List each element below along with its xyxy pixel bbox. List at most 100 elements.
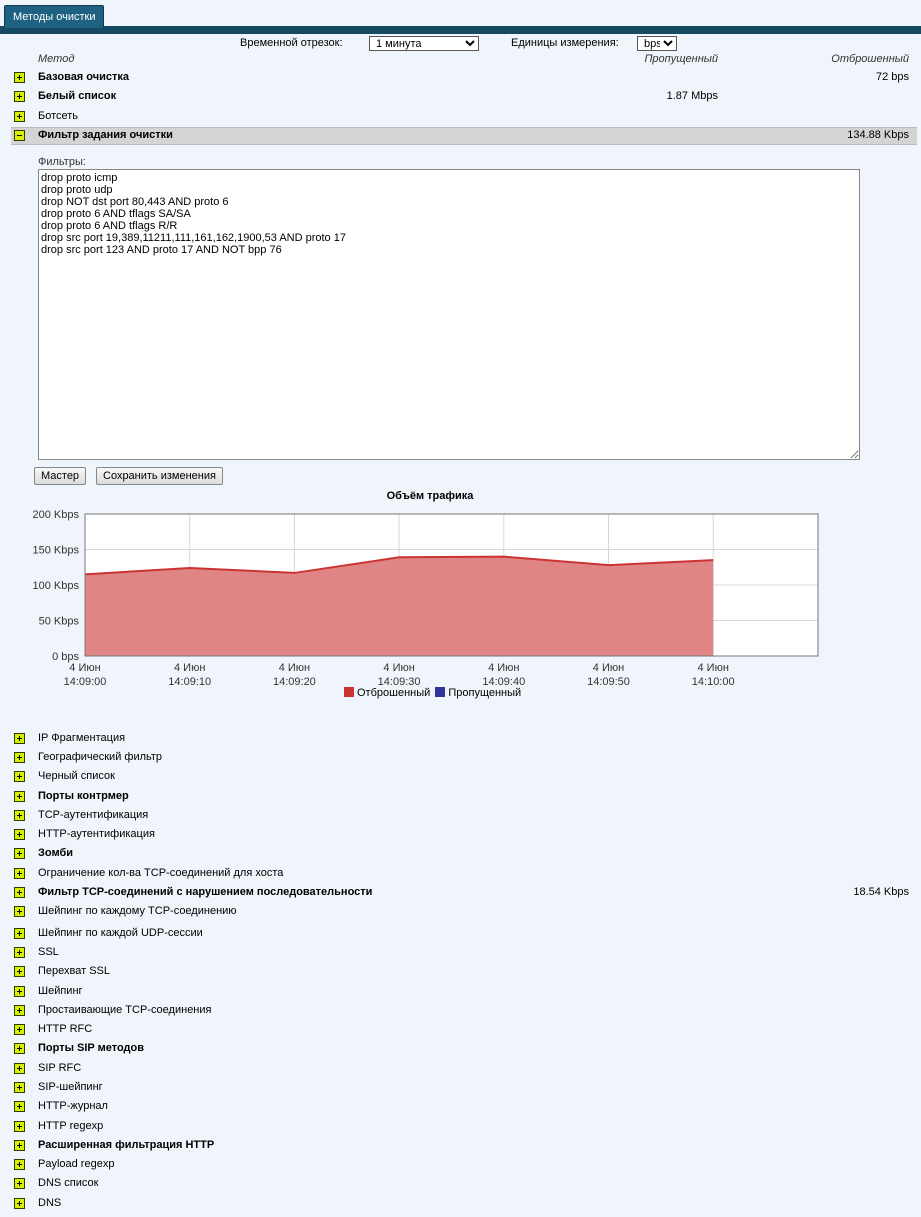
method-label: Фильтр TCP-соединений с нарушением после… [38, 886, 373, 898]
expand-icon[interactable] [14, 1082, 25, 1093]
x-tick-date: 4 Июн [488, 662, 519, 674]
expand-icon[interactable] [14, 1159, 25, 1170]
tab-bar: Методы очистки [0, 0, 921, 34]
method-label: Payload regexp [38, 1158, 115, 1170]
method-label: Порты контрмер [38, 790, 129, 802]
method-label: Ограничение кол-ва TCP-соединений для хо… [38, 867, 284, 879]
filters-label: Фильтры: [38, 156, 86, 168]
method-row-bottom-11: SSL [0, 944, 921, 963]
expand-icon[interactable] [14, 733, 25, 744]
method-row-bottom-6: Зомби [0, 845, 921, 864]
expand-icon[interactable] [14, 111, 25, 122]
method-row-bottom-2: Черный список [0, 768, 921, 787]
method-row-bottom-16: Порты SIP методов [0, 1040, 921, 1059]
method-label: IP Фрагментация [38, 732, 126, 744]
save-changes-button[interactable]: Сохранить изменения [96, 467, 223, 485]
filters-textarea[interactable]: drop proto icmp drop proto udp drop NOT … [38, 169, 860, 460]
column-passed: Пропущенный [644, 53, 718, 65]
method-label: Зомби [38, 847, 74, 859]
expand-icon[interactable] [14, 887, 25, 898]
expand-icon[interactable] [14, 986, 25, 997]
method-label: Шейпинг по каждой UDP-сессии [38, 927, 203, 939]
method-label: Белый список [38, 90, 117, 102]
expand-icon[interactable] [14, 791, 25, 802]
method-label: TCP-аутентификация [38, 809, 149, 821]
method-row-bottom-3: Порты контрмер [0, 788, 921, 807]
expand-icon[interactable] [14, 1198, 25, 1209]
expand-icon[interactable] [14, 848, 25, 859]
legend-swatch-passed [435, 687, 446, 697]
legend: Отброшенный Пропущенный [344, 687, 521, 699]
method-row-bottom-13: Шейпинг [0, 983, 921, 1002]
method-label: Расширенная фильтрация HTTP [38, 1139, 215, 1151]
series-area-dropped [85, 556, 714, 656]
x-tick-time: 14:09:10 [168, 676, 211, 688]
x-tick-date: 4 Июн [383, 662, 414, 674]
method-row-bottom-1: Географический фильтр [0, 749, 921, 768]
tab-bar-underline [0, 26, 921, 34]
time-range-label: Временной отрезок: [240, 37, 343, 49]
method-row-bottom-0: IP Фрагментация [0, 730, 921, 749]
x-tick-time: 14:10:00 [692, 676, 735, 688]
method-row-bottom-9: Шейпинг по каждому TCP-соединению [0, 903, 921, 922]
tab-cleaning-methods[interactable]: Методы очистки [4, 5, 105, 28]
expand-icon[interactable] [14, 1178, 25, 1189]
expand-icon[interactable] [14, 829, 25, 840]
column-method: Метод [38, 53, 75, 65]
x-tick-date: 4 Июн [279, 662, 310, 674]
expand-icon[interactable] [14, 1005, 25, 1016]
method-row-cleaning-filter: Фильтр задания очистки 134.88 Kbps [11, 127, 917, 145]
expand-icon[interactable] [14, 1063, 25, 1074]
method-label: Порты SIP методов [38, 1042, 145, 1054]
x-tick-time: 14:09:20 [273, 676, 316, 688]
expand-icon[interactable] [14, 928, 25, 939]
method-label: Черный список [38, 770, 115, 782]
column-dropped: Отброшенный [831, 53, 909, 65]
expand-icon[interactable] [14, 1024, 25, 1035]
method-row-top-0: Базовая очистка 72 bps [0, 69, 921, 88]
method-row-bottom-18: SIP-шейпинг [0, 1079, 921, 1098]
x-tick-date: 4 Июн [697, 662, 728, 674]
expand-icon[interactable] [14, 771, 25, 782]
time-range-select[interactable]: 1 минута [369, 36, 479, 51]
traffic-chart: 0 bps50 Kbps100 Kbps150 Kbps200 Kbps4 Ию… [33, 509, 819, 688]
units-label: Единицы измерения: [511, 37, 619, 49]
method-row-bottom-20: HTTP regexp [0, 1118, 921, 1137]
x-tick-date: 4 Июн [69, 662, 100, 674]
method-label: HTTP-журнал [38, 1100, 108, 1112]
passed-value: 1.87 Mbps [666, 90, 718, 102]
expand-icon[interactable] [14, 1140, 25, 1151]
expand-icon[interactable] [14, 868, 25, 879]
expand-icon[interactable] [14, 947, 25, 958]
method-row-bottom-21: Расширенная фильтрация HTTP [0, 1137, 921, 1156]
units-select[interactable]: bps [637, 36, 677, 51]
expand-icon[interactable] [14, 1101, 25, 1112]
method-row-bottom-12: Перехват SSL [0, 963, 921, 982]
y-tick-label: 50 Kbps [39, 616, 80, 628]
expand-icon[interactable] [14, 91, 25, 102]
method-label: Фильтр задания очистки [38, 129, 173, 141]
method-label: SIP RFC [38, 1062, 82, 1074]
method-label: Шейпинг [38, 985, 83, 997]
method-row-bottom-15: HTTP RFC [0, 1021, 921, 1040]
method-row-bottom-14: Простаивающие TCP-соединения [0, 1002, 921, 1021]
dropped-value: 18.54 Kbps [853, 886, 909, 898]
legend-label-dropped: Отброшенный [357, 687, 431, 699]
method-row-bottom-22: Payload regexp [0, 1156, 921, 1175]
method-label: Базовая очистка [38, 71, 130, 83]
dropped-value: 134.88 Kbps [847, 129, 909, 141]
method-row-bottom-17: SIP RFC [0, 1060, 921, 1079]
method-row-top-1: Белый список 1.87 Mbps [0, 88, 921, 107]
expand-icon[interactable] [14, 810, 25, 821]
expand-icon[interactable] [14, 906, 25, 917]
expand-icon[interactable] [14, 72, 25, 83]
method-label: SIP-шейпинг [38, 1081, 103, 1093]
expand-icon[interactable] [14, 1121, 25, 1132]
wizard-button[interactable]: Мастер [34, 467, 87, 485]
method-row-bottom-4: TCP-аутентификация [0, 807, 921, 826]
expand-icon[interactable] [14, 752, 25, 763]
expand-icon[interactable] [14, 1043, 25, 1054]
method-label: Ботсеть [38, 110, 79, 122]
collapse-icon[interactable] [14, 130, 25, 141]
expand-icon[interactable] [14, 966, 25, 977]
